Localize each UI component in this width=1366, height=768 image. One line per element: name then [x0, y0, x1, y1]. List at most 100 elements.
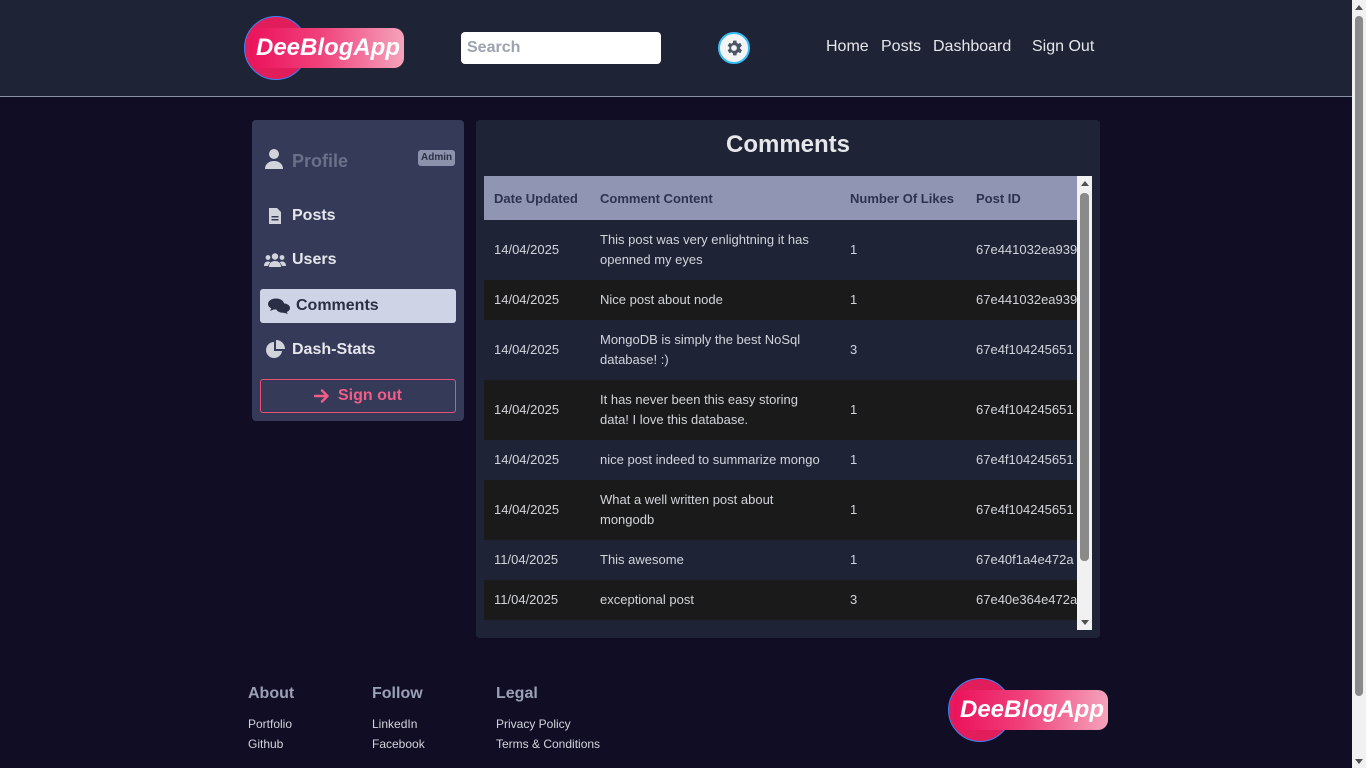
cell-date: 14/04/2025: [484, 280, 590, 320]
column-header-date[interactable]: Date Updated: [484, 176, 590, 220]
footer-heading: About: [248, 685, 295, 702]
cell-date: 14/04/2025: [484, 440, 590, 480]
sidebar-item-label: Profile: [292, 151, 349, 171]
cell-likes: 1: [840, 220, 966, 280]
table-row: 11/04/2025 exceptional post 3 67e40e364e…: [484, 580, 1092, 620]
table-row: 14/04/2025 It has never been this easy s…: [484, 380, 1092, 440]
cell-post-id: 67e4f104245651: [966, 440, 1092, 480]
dashboard-sidebar: Profile Admin Posts Users Comments Dash-…: [252, 120, 464, 421]
footer-link-privacy[interactable]: Privacy Policy: [496, 714, 600, 734]
table-row: 14/04/2025 nice post indeed to summarize…: [484, 440, 1092, 480]
cell-content: It has never been this easy storing data…: [590, 380, 840, 440]
scroll-up-arrow-icon[interactable]: [1352, 0, 1366, 14]
footer-link-portfolio[interactable]: Portfolio: [248, 714, 294, 734]
cell-date: 11/04/2025: [484, 580, 590, 620]
logo-text: DeeBlogApp: [954, 690, 1108, 730]
sidebar-item-users[interactable]: Users: [260, 243, 456, 277]
cell-likes: 1: [840, 380, 966, 440]
sidebar-item-label: Comments: [296, 297, 379, 314]
logo-text: DeeBlogApp: [250, 28, 404, 68]
nav-posts-link[interactable]: Posts: [881, 38, 921, 56]
cell-post-id: 67e40f1a4e472a: [966, 540, 1092, 580]
footer-link-github[interactable]: Github: [248, 734, 294, 754]
cell-post-id: 67e4f104245651: [966, 320, 1092, 380]
cell-post-id: 67e441032ea939: [966, 220, 1092, 280]
cell-date: 14/04/2025: [484, 320, 590, 380]
top-header: DeeBlogApp Home Posts Dashboard Sign Out: [0, 0, 1352, 97]
cell-post-id: 67e4f104245651: [966, 380, 1092, 440]
arrow-right-icon: [314, 389, 330, 403]
table-scrollbar[interactable]: [1077, 176, 1092, 630]
sidebar-item-dash-stats[interactable]: Dash-Stats: [260, 333, 456, 367]
table-header-row: Date Updated Comment Content Number Of L…: [484, 176, 1092, 220]
footer-link-linkedin[interactable]: LinkedIn: [372, 714, 425, 734]
user-icon: [264, 148, 284, 175]
comments-panel: Comments Date Updated Comment Content Nu…: [476, 120, 1100, 638]
comments-icon: [268, 297, 290, 315]
footer-link-terms[interactable]: Terms & Conditions: [496, 734, 600, 754]
users-icon: [264, 252, 286, 268]
column-header-likes[interactable]: Number Of Likes: [840, 176, 966, 220]
search-input[interactable]: [461, 32, 661, 64]
cell-date: 14/04/2025: [484, 380, 590, 440]
sidebar-item-label: Posts: [292, 207, 336, 224]
cell-likes: 1: [840, 540, 966, 580]
signout-label: Sign out: [338, 387, 402, 404]
cell-likes: 1: [840, 440, 966, 480]
page-title: Comments: [725, 131, 851, 158]
footer-link-facebook[interactable]: Facebook: [372, 734, 425, 754]
nav-home-link[interactable]: Home: [826, 38, 869, 56]
nav-signout-link[interactable]: Sign Out: [1032, 38, 1094, 56]
comments-table: Date Updated Comment Content Number Of L…: [484, 176, 1092, 620]
table-row: 14/04/2025 Nice post about node 1 67e441…: [484, 280, 1092, 320]
footer-follow-section: Follow LinkedIn Facebook: [372, 685, 425, 754]
cell-likes: 3: [840, 580, 966, 620]
footer-heading: Follow: [372, 685, 423, 702]
column-header-content[interactable]: Comment Content: [590, 176, 840, 220]
column-header-post-id[interactable]: Post ID: [966, 176, 1092, 220]
sidebar-item-posts[interactable]: Posts: [260, 199, 456, 233]
scroll-up-arrow-icon[interactable]: [1077, 176, 1092, 191]
cell-likes: 1: [840, 480, 966, 540]
cell-content: nice post indeed to summarize mongo: [590, 440, 840, 480]
cell-content: What a well written post about mongodb: [590, 480, 840, 540]
cell-likes: 1: [840, 280, 966, 320]
cell-content: Nice post about node: [590, 280, 840, 320]
page-scrollbar[interactable]: [1352, 0, 1366, 768]
sidebar-item-profile[interactable]: Profile Admin: [264, 148, 456, 176]
cell-post-id: 67e4f104245651: [966, 480, 1092, 540]
page-scrollbar-thumb[interactable]: [1355, 16, 1363, 696]
cell-likes: 3: [840, 320, 966, 380]
sidebar-item-label: Dash-Stats: [292, 341, 376, 358]
footer-about-section: About Portfolio Github: [248, 685, 294, 754]
scroll-down-arrow-icon[interactable]: [1077, 615, 1092, 630]
theme-toggle-button[interactable]: [718, 32, 750, 64]
cell-content: This awesome: [590, 540, 840, 580]
brand-logo[interactable]: DeeBlogApp: [244, 16, 406, 80]
cell-post-id: 67e40e364e472a: [966, 580, 1092, 620]
cell-content: exceptional post: [590, 580, 840, 620]
nav-dashboard-link[interactable]: Dashboard: [933, 38, 1011, 56]
gear-icon: [727, 40, 742, 56]
footer-heading: Legal: [496, 685, 538, 702]
cell-date: 11/04/2025: [484, 540, 590, 580]
footer-legal-section: Legal Privacy Policy Terms & Conditions: [496, 685, 600, 754]
admin-badge: Admin: [418, 150, 456, 166]
cell-post-id: 67e441032ea939: [966, 280, 1092, 320]
sidebar-item-comments[interactable]: Comments: [260, 289, 456, 323]
table-row: 14/04/2025 This post was very enlightnin…: [484, 220, 1092, 280]
scroll-down-arrow-icon[interactable]: [1352, 754, 1366, 768]
cell-date: 14/04/2025: [484, 220, 590, 280]
comments-table-container[interactable]: Date Updated Comment Content Number Of L…: [484, 176, 1092, 630]
table-scrollbar-thumb[interactable]: [1080, 193, 1089, 561]
pie-chart-icon: [264, 340, 286, 360]
sidebar-signout-button[interactable]: Sign out: [260, 379, 456, 413]
cell-date: 14/04/2025: [484, 480, 590, 540]
cell-content: MongoDB is simply the best NoSql databas…: [590, 320, 840, 380]
table-row: 14/04/2025 What a well written post abou…: [484, 480, 1092, 540]
table-row: 14/04/2025 MongoDB is simply the best No…: [484, 320, 1092, 380]
cell-content: This post was very enlightning it has op…: [590, 220, 840, 280]
footer-brand-logo[interactable]: DeeBlogApp: [948, 678, 1110, 742]
sidebar-item-label: Users: [292, 251, 337, 268]
document-icon: [264, 207, 286, 225]
